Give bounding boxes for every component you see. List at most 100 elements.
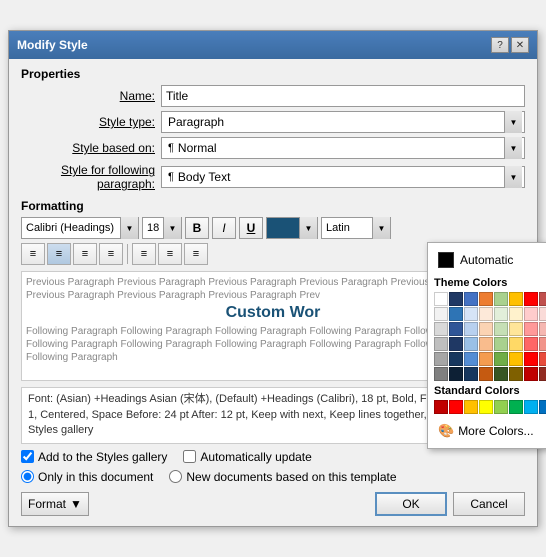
theme-color-cell[interactable] bbox=[524, 367, 538, 381]
auto-update-text: Automatically update bbox=[200, 450, 311, 464]
italic-button[interactable]: I bbox=[212, 217, 236, 239]
standard-color-grid bbox=[434, 400, 546, 414]
help-button[interactable]: ? bbox=[491, 37, 509, 53]
theme-color-cell[interactable] bbox=[464, 352, 478, 366]
theme-color-cell[interactable] bbox=[434, 322, 448, 336]
format-button[interactable]: Format ▼ bbox=[21, 492, 89, 516]
theme-color-cell[interactable] bbox=[524, 292, 538, 306]
standard-color-cell[interactable] bbox=[494, 400, 508, 414]
theme-color-cell[interactable] bbox=[479, 352, 493, 366]
standard-color-cell[interactable] bbox=[479, 400, 493, 414]
font-name-arrow[interactable]: ▼ bbox=[120, 217, 138, 239]
align-left-button[interactable]: ≡ bbox=[21, 243, 45, 265]
theme-color-cell[interactable] bbox=[449, 367, 463, 381]
theme-color-cell[interactable] bbox=[464, 367, 478, 381]
font-name-select[interactable]: Calibri (Headings) ▼ bbox=[21, 217, 139, 239]
standard-color-cell[interactable] bbox=[539, 400, 546, 414]
lang-arrow[interactable]: ▼ bbox=[372, 217, 390, 239]
underline-button[interactable]: U bbox=[239, 217, 263, 239]
theme-color-cell[interactable] bbox=[509, 322, 523, 336]
theme-color-cell[interactable] bbox=[509, 352, 523, 366]
theme-color-cell[interactable] bbox=[509, 307, 523, 321]
style-type-dropdown-arrow[interactable]: ▼ bbox=[504, 111, 522, 133]
based-on-select[interactable]: ¶ Normal ▼ bbox=[161, 137, 525, 159]
formatting-label: Formatting bbox=[21, 199, 525, 213]
new-docs-label[interactable]: New documents based on this template bbox=[169, 470, 396, 484]
theme-color-cell[interactable] bbox=[539, 337, 546, 351]
align-center-button[interactable]: ≡ bbox=[47, 243, 71, 265]
automatic-color-option[interactable]: Automatic bbox=[434, 249, 546, 271]
auto-update-checkbox[interactable] bbox=[183, 450, 196, 463]
font-size-select[interactable]: 18 ▼ bbox=[142, 217, 182, 239]
indent-increase-button[interactable]: ≡ bbox=[158, 243, 182, 265]
standard-color-cell[interactable] bbox=[509, 400, 523, 414]
new-docs-radio[interactable] bbox=[169, 470, 182, 483]
theme-color-cell[interactable] bbox=[434, 352, 448, 366]
theme-color-cell[interactable] bbox=[434, 337, 448, 351]
theme-color-cell[interactable] bbox=[524, 307, 538, 321]
font-color-button[interactable]: ▼ Automatic Theme Colors Standard Colors bbox=[266, 217, 318, 239]
close-button[interactable]: ✕ bbox=[511, 37, 529, 53]
line-spacing-button[interactable]: ≡ bbox=[184, 243, 208, 265]
theme-color-cell[interactable] bbox=[449, 292, 463, 306]
standard-color-cell[interactable] bbox=[434, 400, 448, 414]
theme-color-cell[interactable] bbox=[509, 337, 523, 351]
format-button-label: Format bbox=[28, 497, 66, 511]
standard-color-cell[interactable] bbox=[464, 400, 478, 414]
following-select[interactable]: ¶ Body Text ▼ bbox=[161, 166, 525, 188]
add-to-gallery-checkbox[interactable] bbox=[21, 450, 34, 463]
lang-select[interactable]: Latin ▼ bbox=[321, 217, 391, 239]
style-type-select[interactable]: Paragraph ▼ bbox=[161, 111, 525, 133]
theme-color-cell[interactable] bbox=[494, 322, 508, 336]
theme-color-cell[interactable] bbox=[524, 337, 538, 351]
theme-color-cell[interactable] bbox=[494, 352, 508, 366]
following-dropdown-arrow[interactable]: ▼ bbox=[504, 166, 522, 188]
theme-color-cell[interactable] bbox=[464, 322, 478, 336]
standard-color-cell[interactable] bbox=[449, 400, 463, 414]
theme-color-cell[interactable] bbox=[509, 367, 523, 381]
theme-color-cell[interactable] bbox=[539, 367, 546, 381]
only-this-doc-radio[interactable] bbox=[21, 470, 34, 483]
theme-color-cell[interactable] bbox=[449, 352, 463, 366]
theme-color-cell[interactable] bbox=[434, 307, 448, 321]
theme-color-cell[interactable] bbox=[464, 292, 478, 306]
theme-color-cell[interactable] bbox=[509, 292, 523, 306]
theme-color-cell[interactable] bbox=[449, 337, 463, 351]
theme-color-cell[interactable] bbox=[539, 307, 546, 321]
theme-color-cell[interactable] bbox=[539, 292, 546, 306]
theme-color-cell[interactable] bbox=[434, 292, 448, 306]
theme-color-cell[interactable] bbox=[479, 292, 493, 306]
theme-color-cell[interactable] bbox=[479, 337, 493, 351]
theme-color-cell[interactable] bbox=[464, 337, 478, 351]
ok-button[interactable]: OK bbox=[375, 492, 447, 516]
font-size-arrow[interactable]: ▼ bbox=[163, 217, 181, 239]
standard-color-cell[interactable] bbox=[524, 400, 538, 414]
theme-color-cell[interactable] bbox=[539, 352, 546, 366]
theme-color-cell[interactable] bbox=[494, 337, 508, 351]
theme-color-cell[interactable] bbox=[449, 322, 463, 336]
theme-color-cell[interactable] bbox=[479, 322, 493, 336]
theme-color-cell[interactable] bbox=[494, 292, 508, 306]
bold-button[interactable]: B bbox=[185, 217, 209, 239]
theme-color-cell[interactable] bbox=[464, 307, 478, 321]
theme-color-cell[interactable] bbox=[494, 307, 508, 321]
theme-color-cell[interactable] bbox=[524, 352, 538, 366]
more-colors-option[interactable]: 🎨 More Colors... bbox=[434, 420, 546, 442]
font-color-dropdown-arrow[interactable]: ▼ bbox=[299, 217, 317, 239]
theme-color-cell[interactable] bbox=[494, 367, 508, 381]
based-on-dropdown-arrow[interactable]: ▼ bbox=[504, 137, 522, 159]
theme-color-cell[interactable] bbox=[449, 307, 463, 321]
name-input[interactable] bbox=[161, 85, 525, 107]
cancel-button[interactable]: Cancel bbox=[453, 492, 525, 516]
indent-decrease-button[interactable]: ≡ bbox=[132, 243, 156, 265]
theme-color-cell[interactable] bbox=[479, 367, 493, 381]
only-this-doc-label[interactable]: Only in this document bbox=[21, 470, 153, 484]
align-justify-button[interactable]: ≡ bbox=[99, 243, 123, 265]
auto-update-label[interactable]: Automatically update bbox=[183, 450, 311, 464]
theme-color-cell[interactable] bbox=[479, 307, 493, 321]
add-to-gallery-label[interactable]: Add to the Styles gallery bbox=[21, 450, 167, 464]
theme-color-cell[interactable] bbox=[524, 322, 538, 336]
align-right-button[interactable]: ≡ bbox=[73, 243, 97, 265]
theme-color-cell[interactable] bbox=[539, 322, 546, 336]
theme-color-cell[interactable] bbox=[434, 367, 448, 381]
